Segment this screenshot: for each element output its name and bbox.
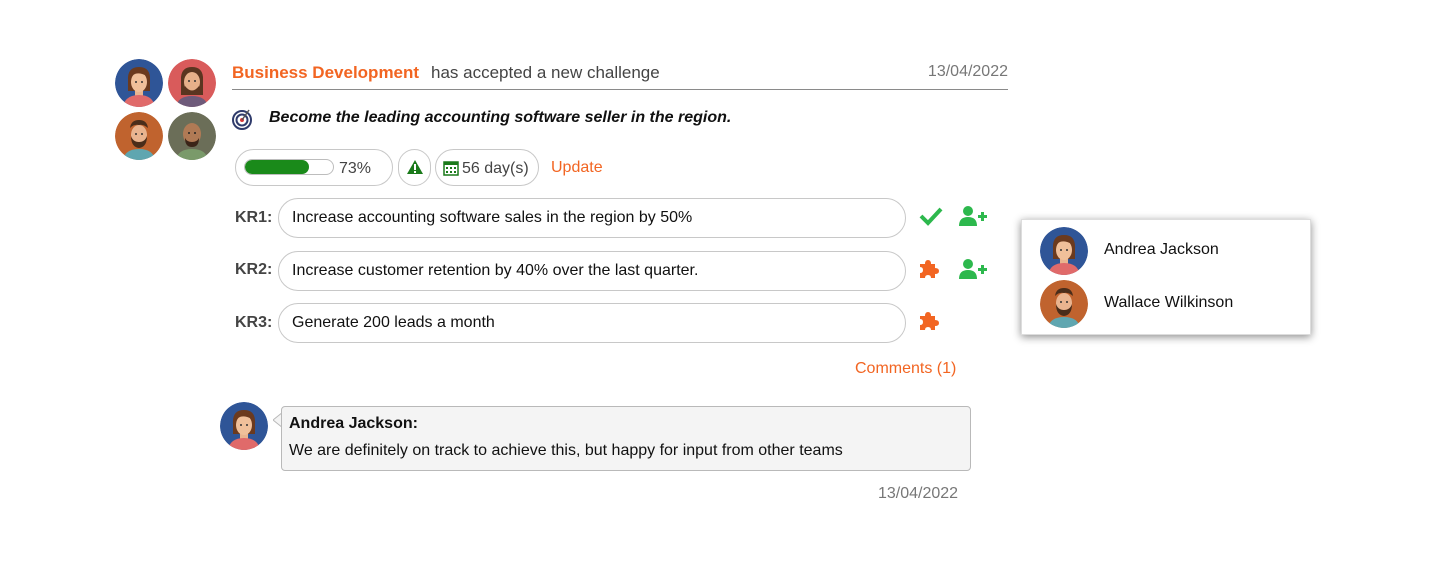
kr-label: KR2:	[235, 261, 273, 278]
comment-text: We are definitely on track to achieve th…	[289, 442, 843, 459]
assign-user-icon[interactable]	[958, 204, 988, 228]
key-result-field[interactable]: Increase customer retention by 40% over …	[278, 251, 906, 291]
kr-label: KR1:	[235, 209, 273, 226]
objective-title: Become the leading accounting software s…	[269, 109, 732, 126]
puzzle-icon[interactable]	[917, 257, 941, 281]
key-result-field[interactable]: Increase accounting software sales in th…	[278, 198, 906, 238]
team-member-avatar	[115, 59, 163, 107]
activity-date: 13/04/2022	[927, 63, 1008, 80]
assign-menu-item[interactable]: Andrea Jackson	[1022, 225, 1310, 277]
deadline-pill: 56 day(s)	[435, 149, 539, 186]
progress-pill: 73%	[235, 149, 393, 186]
team-member-avatar	[168, 59, 216, 107]
comments-link[interactable]: Comments (1)	[855, 360, 956, 378]
avatar	[1040, 227, 1088, 275]
calendar-icon	[443, 161, 459, 176]
key-result-text: Increase customer retention by 40% over …	[292, 262, 699, 279]
avatar	[1040, 280, 1088, 328]
assign-user-icon[interactable]	[958, 257, 988, 281]
target-icon	[232, 109, 252, 130]
commenter-avatar	[220, 402, 268, 450]
puzzle-icon[interactable]	[917, 309, 941, 333]
progress-bar-fill	[245, 160, 310, 174]
progress-label: 73%	[339, 160, 372, 177]
warning-icon	[407, 160, 423, 174]
activity-header: Business Development has accepted a new …	[232, 58, 1008, 90]
update-link[interactable]: Update	[551, 159, 603, 177]
comment-author: Andrea Jackson:	[289, 415, 418, 432]
key-result-text: Increase accounting software sales in th…	[292, 209, 693, 226]
comment-date: 13/04/2022	[878, 485, 959, 502]
assign-menu-item-name: Andrea Jackson	[1104, 241, 1219, 258]
team-name-link[interactable]: Business Development	[232, 63, 419, 83]
key-result-field[interactable]: Generate 200 leads a month	[278, 303, 906, 343]
warning-button[interactable]	[398, 149, 431, 186]
comment-bubble: Andrea Jackson: We are definitely on tra…	[281, 406, 971, 471]
activity-text: has accepted a new challenge	[431, 63, 660, 82]
key-result-text: Generate 200 leads a month	[292, 314, 495, 331]
kr-label: KR3:	[235, 314, 273, 331]
team-member-avatar	[115, 112, 163, 160]
assign-user-menu: Andrea Jackson Wallace Wilkinson	[1021, 219, 1311, 335]
check-icon[interactable]	[919, 206, 943, 226]
progress-bar	[244, 159, 334, 175]
days-remaining: 56 day(s)	[462, 160, 529, 177]
team-member-avatar	[168, 112, 216, 160]
assign-menu-item-name: Wallace Wilkinson	[1104, 294, 1234, 311]
assign-menu-item[interactable]: Wallace Wilkinson	[1022, 278, 1310, 330]
